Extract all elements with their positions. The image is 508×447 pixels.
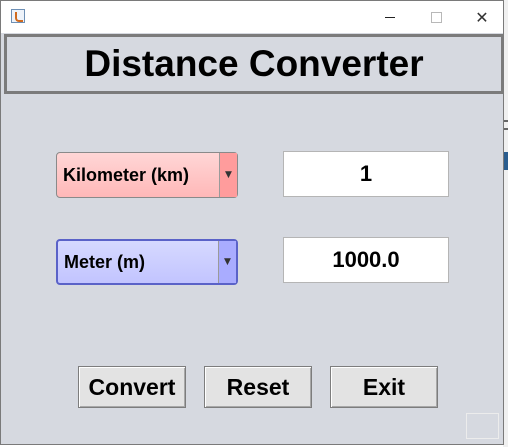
minimize-button[interactable]: [367, 1, 413, 33]
chevron-down-icon[interactable]: ▼: [219, 153, 237, 197]
exit-button[interactable]: Exit: [330, 366, 438, 408]
page-title: Distance Converter: [84, 43, 424, 84]
from-unit-selected-label: Kilometer (km): [63, 164, 190, 185]
output-value-field[interactable]: 1000.0: [283, 237, 449, 283]
app-window: ✕ Distance Converter Kilometer (km) ▼ 1 …: [0, 0, 504, 445]
convert-button[interactable]: Convert: [78, 366, 186, 408]
close-button[interactable]: ✕: [459, 1, 505, 33]
to-unit-dropdown[interactable]: Meter (m) ▼: [56, 239, 238, 285]
resize-grip[interactable]: [466, 413, 499, 439]
reset-button[interactable]: Reset: [204, 366, 312, 408]
java-app-icon: [11, 9, 25, 23]
maximize-button[interactable]: [413, 1, 459, 33]
input-value-field[interactable]: 1: [283, 151, 449, 197]
chevron-down-icon[interactable]: ▼: [218, 241, 236, 283]
from-unit-dropdown[interactable]: Kilometer (km) ▼: [56, 152, 238, 198]
title-bar: ✕: [1, 1, 503, 33]
to-unit-selected-label: Meter (m): [64, 251, 146, 272]
header-panel: Distance Converter: [4, 34, 504, 94]
